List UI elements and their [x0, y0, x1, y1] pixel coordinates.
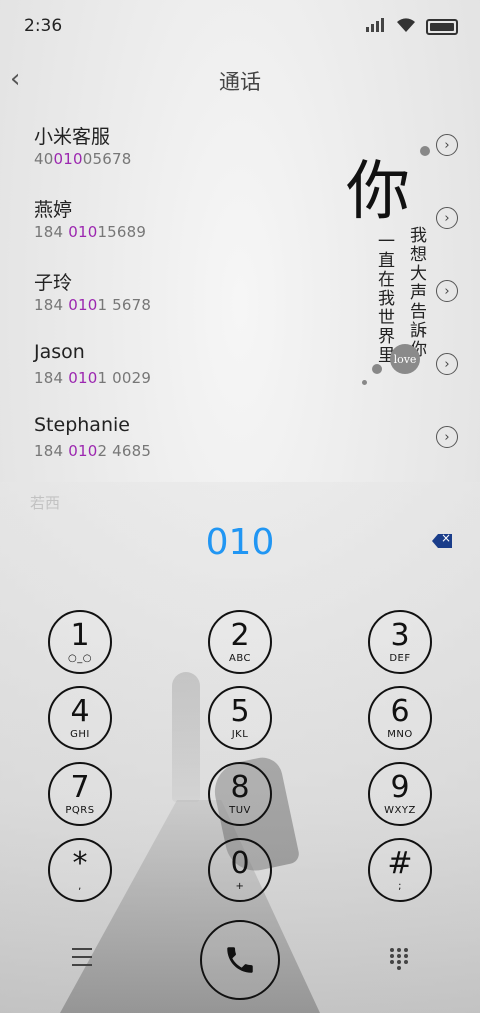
dialpad-toggle-icon[interactable] [390, 948, 410, 970]
contact-number: 184 0102 4685 [34, 442, 152, 460]
battery-icon [426, 19, 458, 35]
signal-icon [366, 18, 384, 32]
contact-number: 184 0101 0029 [34, 369, 152, 387]
decor-big-char: 你 [346, 155, 410, 229]
key-2[interactable]: 2 ABC [208, 610, 272, 674]
key-0[interactable]: 0 + [208, 838, 272, 902]
decor-dot [420, 146, 430, 156]
contact-name: 燕婷 [34, 199, 73, 221]
key-9[interactable]: 9 WXYZ [368, 762, 432, 826]
decor-line-2: 一直在我世界里 [374, 232, 394, 365]
menu-icon[interactable] [72, 948, 92, 966]
contact-number: 4001005678 [34, 150, 132, 168]
decor-line-1: 我想大声告訴你 [406, 226, 426, 359]
key-hash[interactable]: #; [368, 838, 432, 902]
list-item[interactable]: Stephanie 184 0102 4685 › [0, 404, 480, 477]
calligraphy-decoration: 你 我想大声告訴你 一直在我世界里 love [340, 140, 440, 390]
contact-name: Jason [34, 341, 85, 363]
call-button[interactable] [200, 920, 280, 1000]
dialed-number: 010 [205, 522, 275, 563]
page-title: 通话 [219, 70, 261, 94]
key-8[interactable]: 8 TUV [208, 762, 272, 826]
phone-icon [227, 947, 253, 973]
key-6[interactable]: 6 MNO [368, 686, 432, 750]
love-badge: love [390, 344, 420, 374]
contact-number: 184 0101 5678 [34, 296, 152, 314]
contact-name: 子玲 [34, 272, 73, 294]
contact-name: 小米客服 [34, 126, 111, 148]
key-star[interactable]: *, [48, 838, 112, 902]
wifi-icon [397, 18, 415, 32]
header: ‹ 通话 [0, 56, 480, 106]
key-4[interactable]: 4 GHI [48, 686, 112, 750]
chevron-right-icon[interactable]: › [436, 426, 458, 448]
status-time: 2:36 [24, 16, 63, 36]
key-5[interactable]: 5 JKL [208, 686, 272, 750]
status-bar: 2:36 [0, 0, 480, 52]
key-3[interactable]: 3 DEF [368, 610, 432, 674]
decor-dot [372, 364, 382, 374]
key-1[interactable]: 1 ○_○ [48, 610, 112, 674]
decor-dot [362, 380, 367, 385]
key-7[interactable]: 7 PQRS [48, 762, 112, 826]
contact-number: 184 01015689 [34, 223, 147, 241]
contact-name: Stephanie [34, 414, 130, 436]
